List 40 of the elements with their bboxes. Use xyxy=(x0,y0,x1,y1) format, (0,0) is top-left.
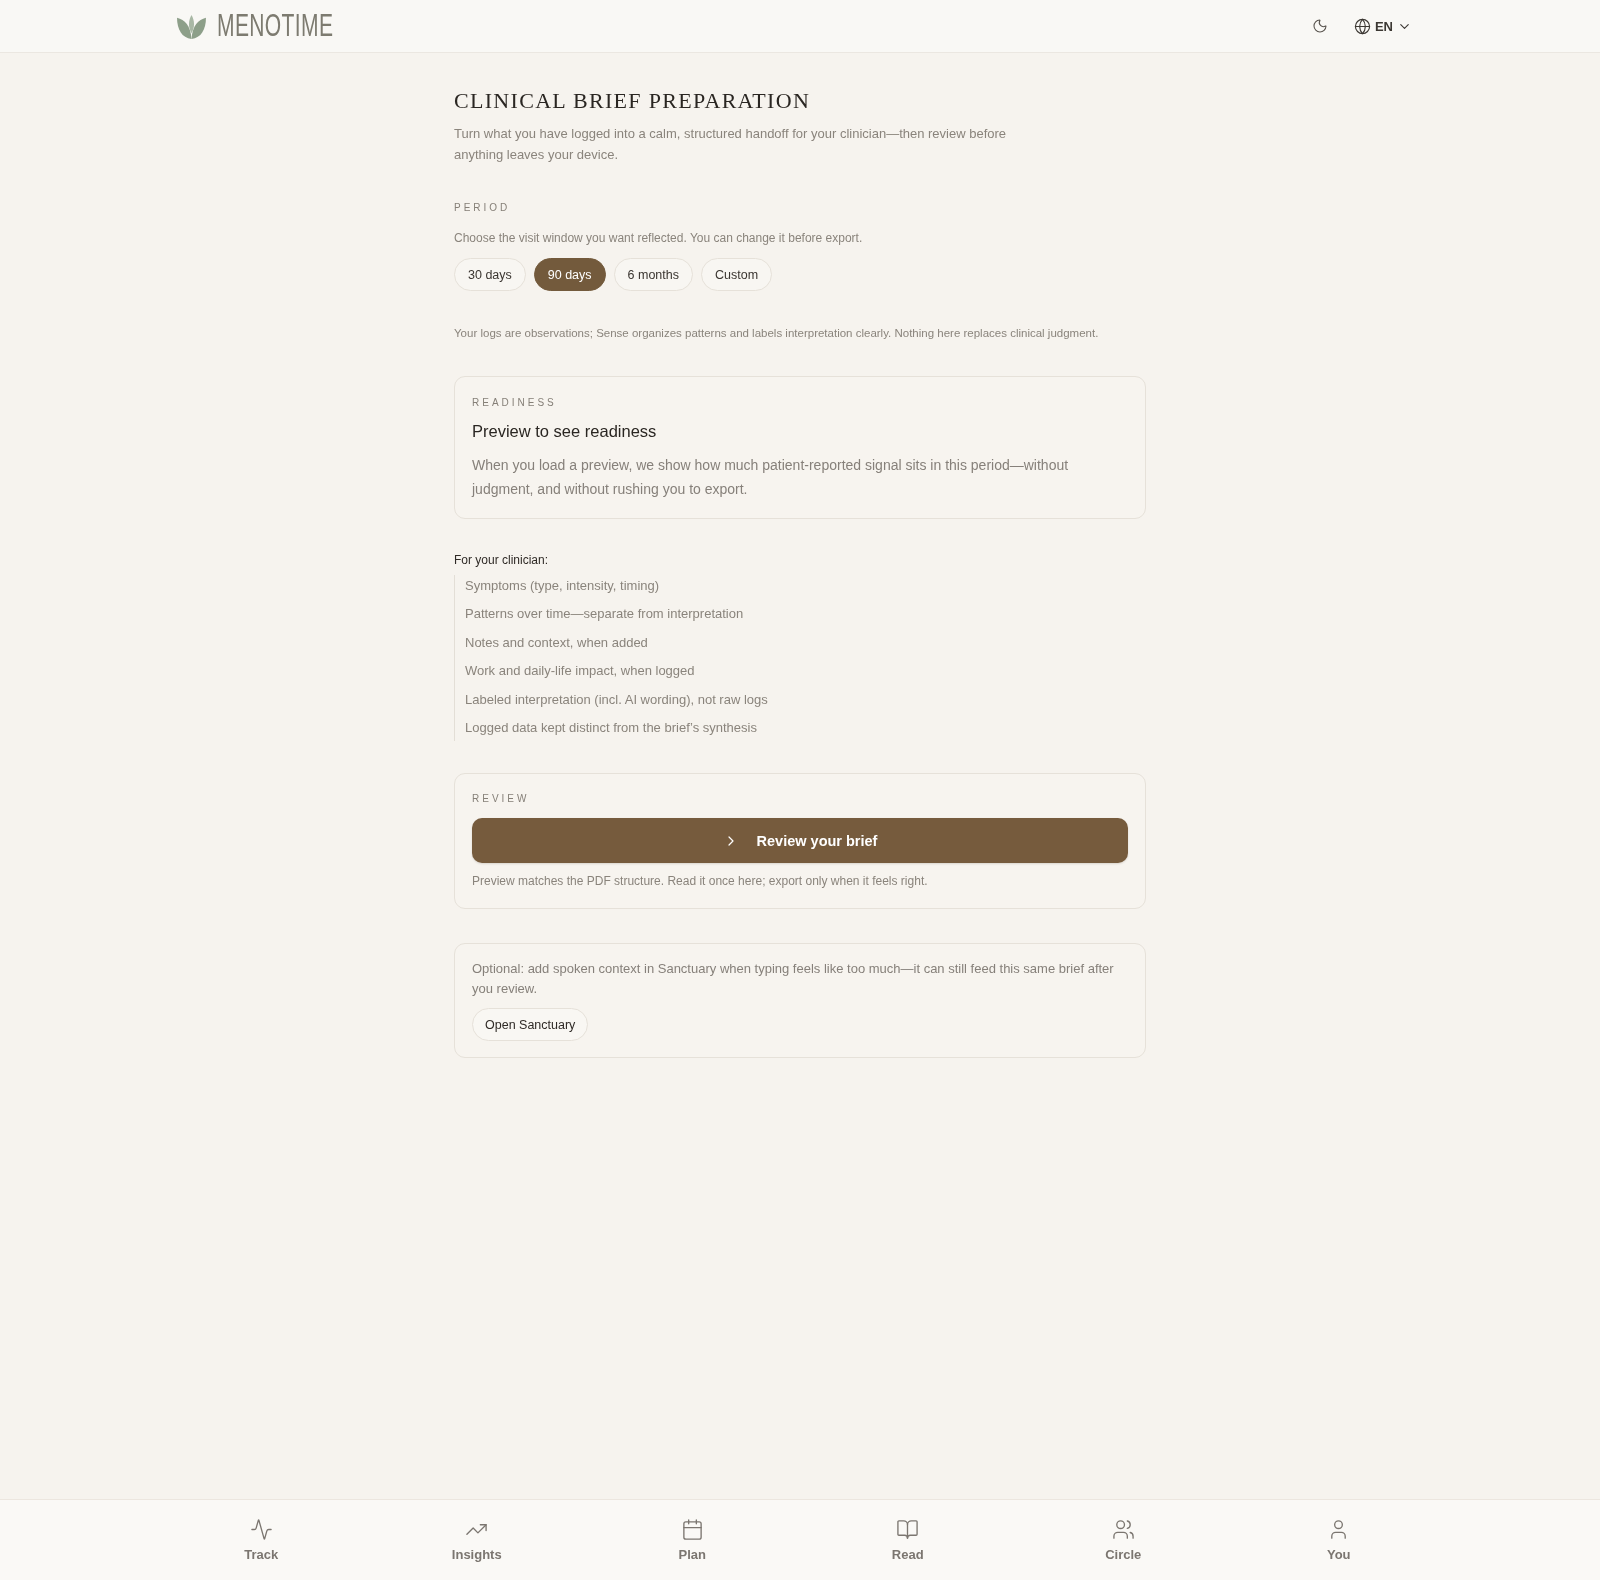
nav-tab[interactable]: Read xyxy=(885,1514,930,1566)
globe-icon xyxy=(1353,17,1371,35)
nav-tab[interactable]: Circle xyxy=(1099,1514,1148,1566)
page-subtitle: Turn what you have logged into a calm, structured handoff for your clinician—then review before anything leaves your device. xyxy=(454,125,1008,164)
disclaimer-text: Your logs are observations; Sense organizes patterns and labels interpretation clearly. Nothing here replaces clinical judgment. xyxy=(454,326,1100,341)
period-help-text: Choose the visit window you want reflected. You can change it before export. xyxy=(454,230,864,247)
review-note: Preview matches the PDF structure. Read it once here; export only when it feels right. xyxy=(472,873,929,891)
language-selector[interactable]: EN xyxy=(1353,17,1412,35)
nav-tab[interactable]: Plan xyxy=(672,1514,712,1566)
list-item: Symptoms (type, intensity, timing) xyxy=(465,577,661,595)
card-title: Preview to see readiness xyxy=(472,421,658,442)
calendar-icon xyxy=(680,1518,704,1541)
list-item: Patterns over time—separate from interpretation xyxy=(465,605,745,624)
card-body-text: When you load a preview, we show how much patient-reported signal sits in this period—without judgment, and without rushing you to export. xyxy=(472,456,1070,499)
period-chip[interactable]: 6 months xyxy=(613,258,693,291)
list-item: Labeled interpretation (incl. AI wording), not raw logs xyxy=(465,690,768,709)
open-sanctuary-button[interactable]: Open Sanctuary xyxy=(472,1008,589,1042)
list-item: Notes and context, when added xyxy=(465,633,649,652)
period-chip[interactable]: 90 days xyxy=(533,258,606,291)
sanctuary-text: Optional: add spoken context in Sanctuary when typing feels like too much—it can still feed this same brief after you review. xyxy=(472,960,1115,999)
open-book-icon xyxy=(896,1518,920,1541)
section-label: PERIOD xyxy=(454,201,511,215)
card-label: READINESS xyxy=(472,396,557,410)
leaf-logo-icon xyxy=(176,12,207,40)
dark-mode-toggle[interactable] xyxy=(1311,18,1328,34)
two-people-icon xyxy=(1111,1518,1135,1541)
list-heading: For your clinician: xyxy=(454,552,549,569)
review-brief-button[interactable]: Review your brief xyxy=(472,818,1128,864)
moon-icon xyxy=(1311,18,1328,34)
list-item: Logged data kept distinct from the brief’s synthesis xyxy=(465,719,758,738)
nav-tab[interactable]: Insights xyxy=(445,1514,508,1566)
brand-name: MENOTIME xyxy=(217,9,334,43)
page-title: CLINICAL BRIEF PREPARATION xyxy=(454,87,811,115)
pulse-line-icon xyxy=(249,1518,273,1541)
period-chip[interactable]: 30 days xyxy=(454,258,526,291)
card-label: REVIEW xyxy=(472,792,530,807)
nav-tab[interactable]: Track xyxy=(238,1514,285,1566)
period-chip[interactable]: Custom xyxy=(701,258,773,291)
nav-tab[interactable]: You xyxy=(1320,1514,1357,1566)
list-item: Work and daily-life impact, when logged xyxy=(465,662,696,681)
